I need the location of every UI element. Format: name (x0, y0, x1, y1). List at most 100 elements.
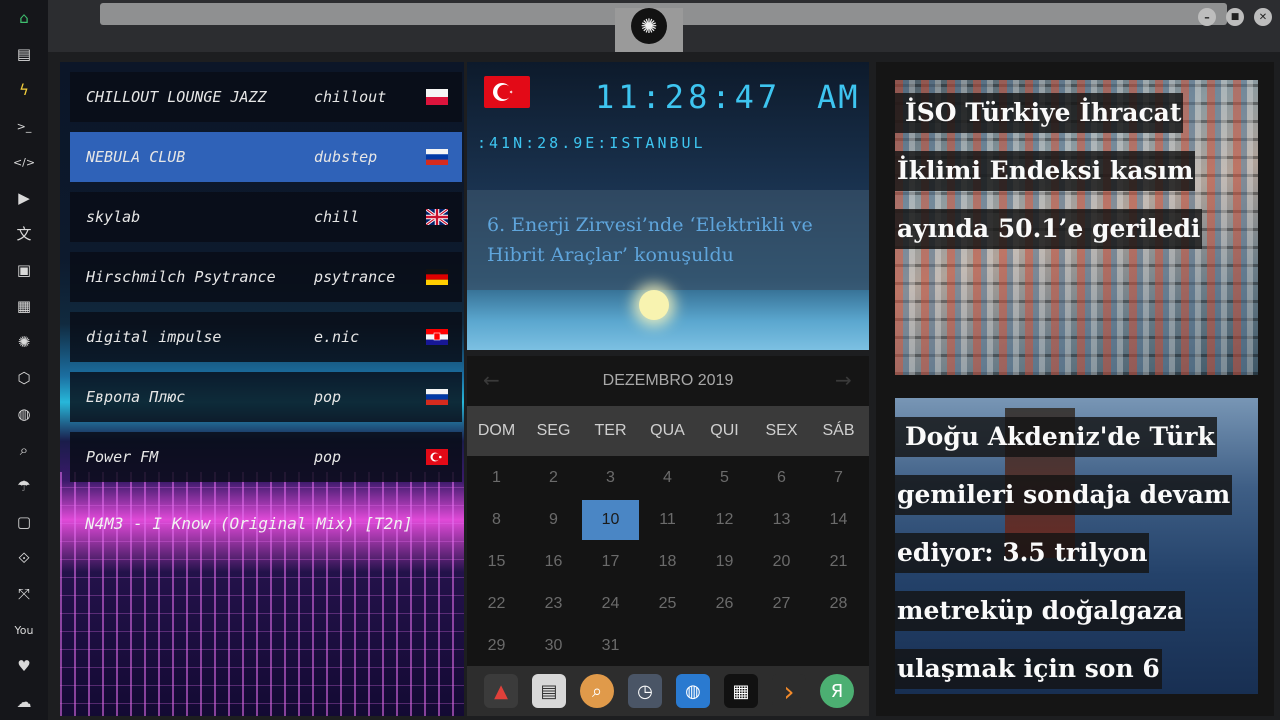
calendar-day[interactable]: 25 (639, 584, 696, 624)
app-launcher-icon[interactable]: ▲ (484, 674, 518, 708)
calendar-day[interactable]: 7 (810, 458, 867, 498)
calendar-day[interactable]: 10 (582, 500, 639, 540)
clock-time: 11:28:47 (595, 78, 782, 116)
close-button[interactable]: ✕ (1254, 8, 1272, 26)
home-icon[interactable]: ⌂ (13, 7, 35, 29)
expand-icon[interactable]: ⤧ (13, 583, 35, 605)
document-icon[interactable]: ▤ (13, 43, 35, 65)
calendar-day[interactable]: 29 (468, 626, 525, 666)
calendar-day[interactable]: 12 (696, 500, 753, 540)
news-card-export[interactable]: İSO Türkiye İhracat İklimi Endeksi kasım a… (895, 80, 1258, 375)
globe-icon[interactable]: ◍ (13, 403, 35, 425)
station-genre: psytrance (314, 268, 396, 286)
calendar-day[interactable]: 14 (810, 500, 867, 540)
yandex-app-icon[interactable]: Я (820, 674, 854, 708)
station-row[interactable]: NEBULA CLUB dubstep (70, 132, 462, 182)
station-row[interactable]: digital impulse e.nic (70, 312, 462, 362)
terminal-icon[interactable]: >_ (13, 115, 35, 137)
calendar-day[interactable]: 11 (639, 500, 696, 540)
calendar-day[interactable]: 30 (525, 626, 582, 666)
newspaper-icon[interactable]: ▦ (13, 295, 35, 317)
hexagon-icon[interactable]: ⬡ (13, 367, 35, 389)
calendar-day[interactable]: 23 (525, 584, 582, 624)
station-row[interactable]: CHILLOUT LOUNGE JAZZ chillout (70, 72, 462, 122)
station-row[interactable]: Power FM pop (70, 432, 462, 482)
translate-icon[interactable]: 文 (13, 223, 35, 245)
close-icon: ✕ (1258, 11, 1268, 23)
weekday-label: DOM (477, 422, 516, 439)
calendar-day[interactable]: 24 (582, 584, 639, 624)
rebel-icon[interactable]: ✺ (13, 331, 35, 353)
next-month-icon[interactable]: → (835, 368, 852, 392)
calendar-day[interactable]: 3 (582, 458, 639, 498)
calendar-day[interactable]: 21 (810, 542, 867, 582)
clock-news-box[interactable]: 6. Enerji Zirvesi’nde ‘Elektrikli ve Hib… (467, 190, 869, 290)
calendar-day[interactable]: 1 (468, 458, 525, 498)
calendar-day[interactable]: 9 (525, 500, 582, 540)
umbrella-icon[interactable]: ☂ (13, 475, 35, 497)
croatia-flag-icon (426, 329, 448, 345)
headline-line: ayında 50.1’e geriledi (895, 209, 1203, 249)
browser-app-icon[interactable]: ◍ (676, 674, 710, 708)
headline-line: metreküp doğalgaza (895, 591, 1186, 631)
app-dock: ▲ ▤ ⌕ ◷ ◍ ▦ › Я (467, 666, 869, 716)
minimize-button[interactable]: – (1198, 8, 1216, 26)
calendar-day[interactable]: 26 (696, 584, 753, 624)
search-icon[interactable]: ⌕ (13, 439, 35, 461)
search-app-icon[interactable]: ⌕ (580, 674, 614, 708)
calendar-day[interactable]: 8 (468, 500, 525, 540)
calendar-day[interactable]: 27 (753, 584, 810, 624)
calendar-day[interactable]: 15 (468, 542, 525, 582)
youtube-icon[interactable]: You (13, 619, 35, 641)
station-name: Power FM (86, 448, 159, 466)
germany-flag-icon (426, 269, 448, 285)
link-icon[interactable]: ⟐ (13, 547, 35, 569)
calendar-day[interactable]: 6 (753, 458, 810, 498)
station-name: Европа Плюс (86, 388, 186, 406)
russia-flag-icon (426, 149, 448, 165)
clock-news-headline[interactable]: 6. Enerji Zirvesi’nde ‘Elektrikli ve Hib… (487, 210, 857, 270)
headline-line: İSO Türkiye İhracat (895, 93, 1184, 133)
code-icon[interactable]: </> (13, 151, 35, 173)
calendar-day[interactable]: 28 (810, 584, 867, 624)
top-bar: ✺ – ■ ✕ (48, 0, 1280, 52)
poland-flag-icon (426, 89, 448, 105)
contact-icon[interactable]: ▢ (13, 511, 35, 533)
play-icon[interactable]: ▶ (13, 187, 35, 209)
station-row[interactable]: Hirschmilch Psytrance psytrance (70, 252, 462, 302)
uk-flag-icon (426, 209, 448, 225)
news-card-drilling[interactable]: Doğu Akdeniz'de Türk gemileri sondaja dev… (895, 398, 1258, 694)
calendar-app-icon[interactable]: ▦ (724, 674, 758, 708)
image-icon[interactable]: ▣ (13, 259, 35, 281)
calendar-day[interactable]: 5 (696, 458, 753, 498)
turkey-flag-icon (426, 449, 448, 465)
station-row[interactable]: Европа Плюс pop (70, 372, 462, 422)
clock-app-icon[interactable]: ◷ (628, 674, 662, 708)
cloud-icon[interactable]: ☁ (13, 691, 35, 713)
maximize-button[interactable]: ■ (1226, 8, 1244, 26)
calendar-day[interactable]: 19 (696, 542, 753, 582)
lightning-icon[interactable]: ϟ (13, 79, 35, 101)
calendar-day[interactable]: 22 (468, 584, 525, 624)
headline-line: gemileri sondaja devam (895, 475, 1233, 515)
calendar-day[interactable]: 4 (639, 458, 696, 498)
calendar-day[interactable]: 20 (753, 542, 810, 582)
station-name: CHILLOUT LOUNGE JAZZ (86, 88, 267, 106)
arrow-app-icon[interactable]: › (772, 674, 806, 708)
station-row[interactable]: skylab chill (70, 192, 462, 242)
calendar-day[interactable]: 31 (582, 626, 639, 666)
calendar-day[interactable]: 18 (639, 542, 696, 582)
headline-line: Doğu Akdeniz'de Türk (895, 417, 1217, 457)
station-name: digital impulse (86, 328, 222, 346)
clock-location: :41N:28.9E:ISTANBUL (477, 134, 706, 152)
news-app-icon[interactable]: ▤ (532, 674, 566, 708)
calendar-day[interactable]: 13 (753, 500, 810, 540)
calendar-day[interactable]: 2 (525, 458, 582, 498)
station-name: NEBULA CLUB (86, 148, 186, 166)
synthwave-grid (60, 472, 464, 716)
weekday-label: SÁB (822, 422, 855, 439)
station-genre: dubstep (314, 148, 378, 166)
heart-icon[interactable]: ♥ (13, 655, 35, 677)
calendar-day[interactable]: 16 (525, 542, 582, 582)
calendar-day[interactable]: 17 (582, 542, 639, 582)
